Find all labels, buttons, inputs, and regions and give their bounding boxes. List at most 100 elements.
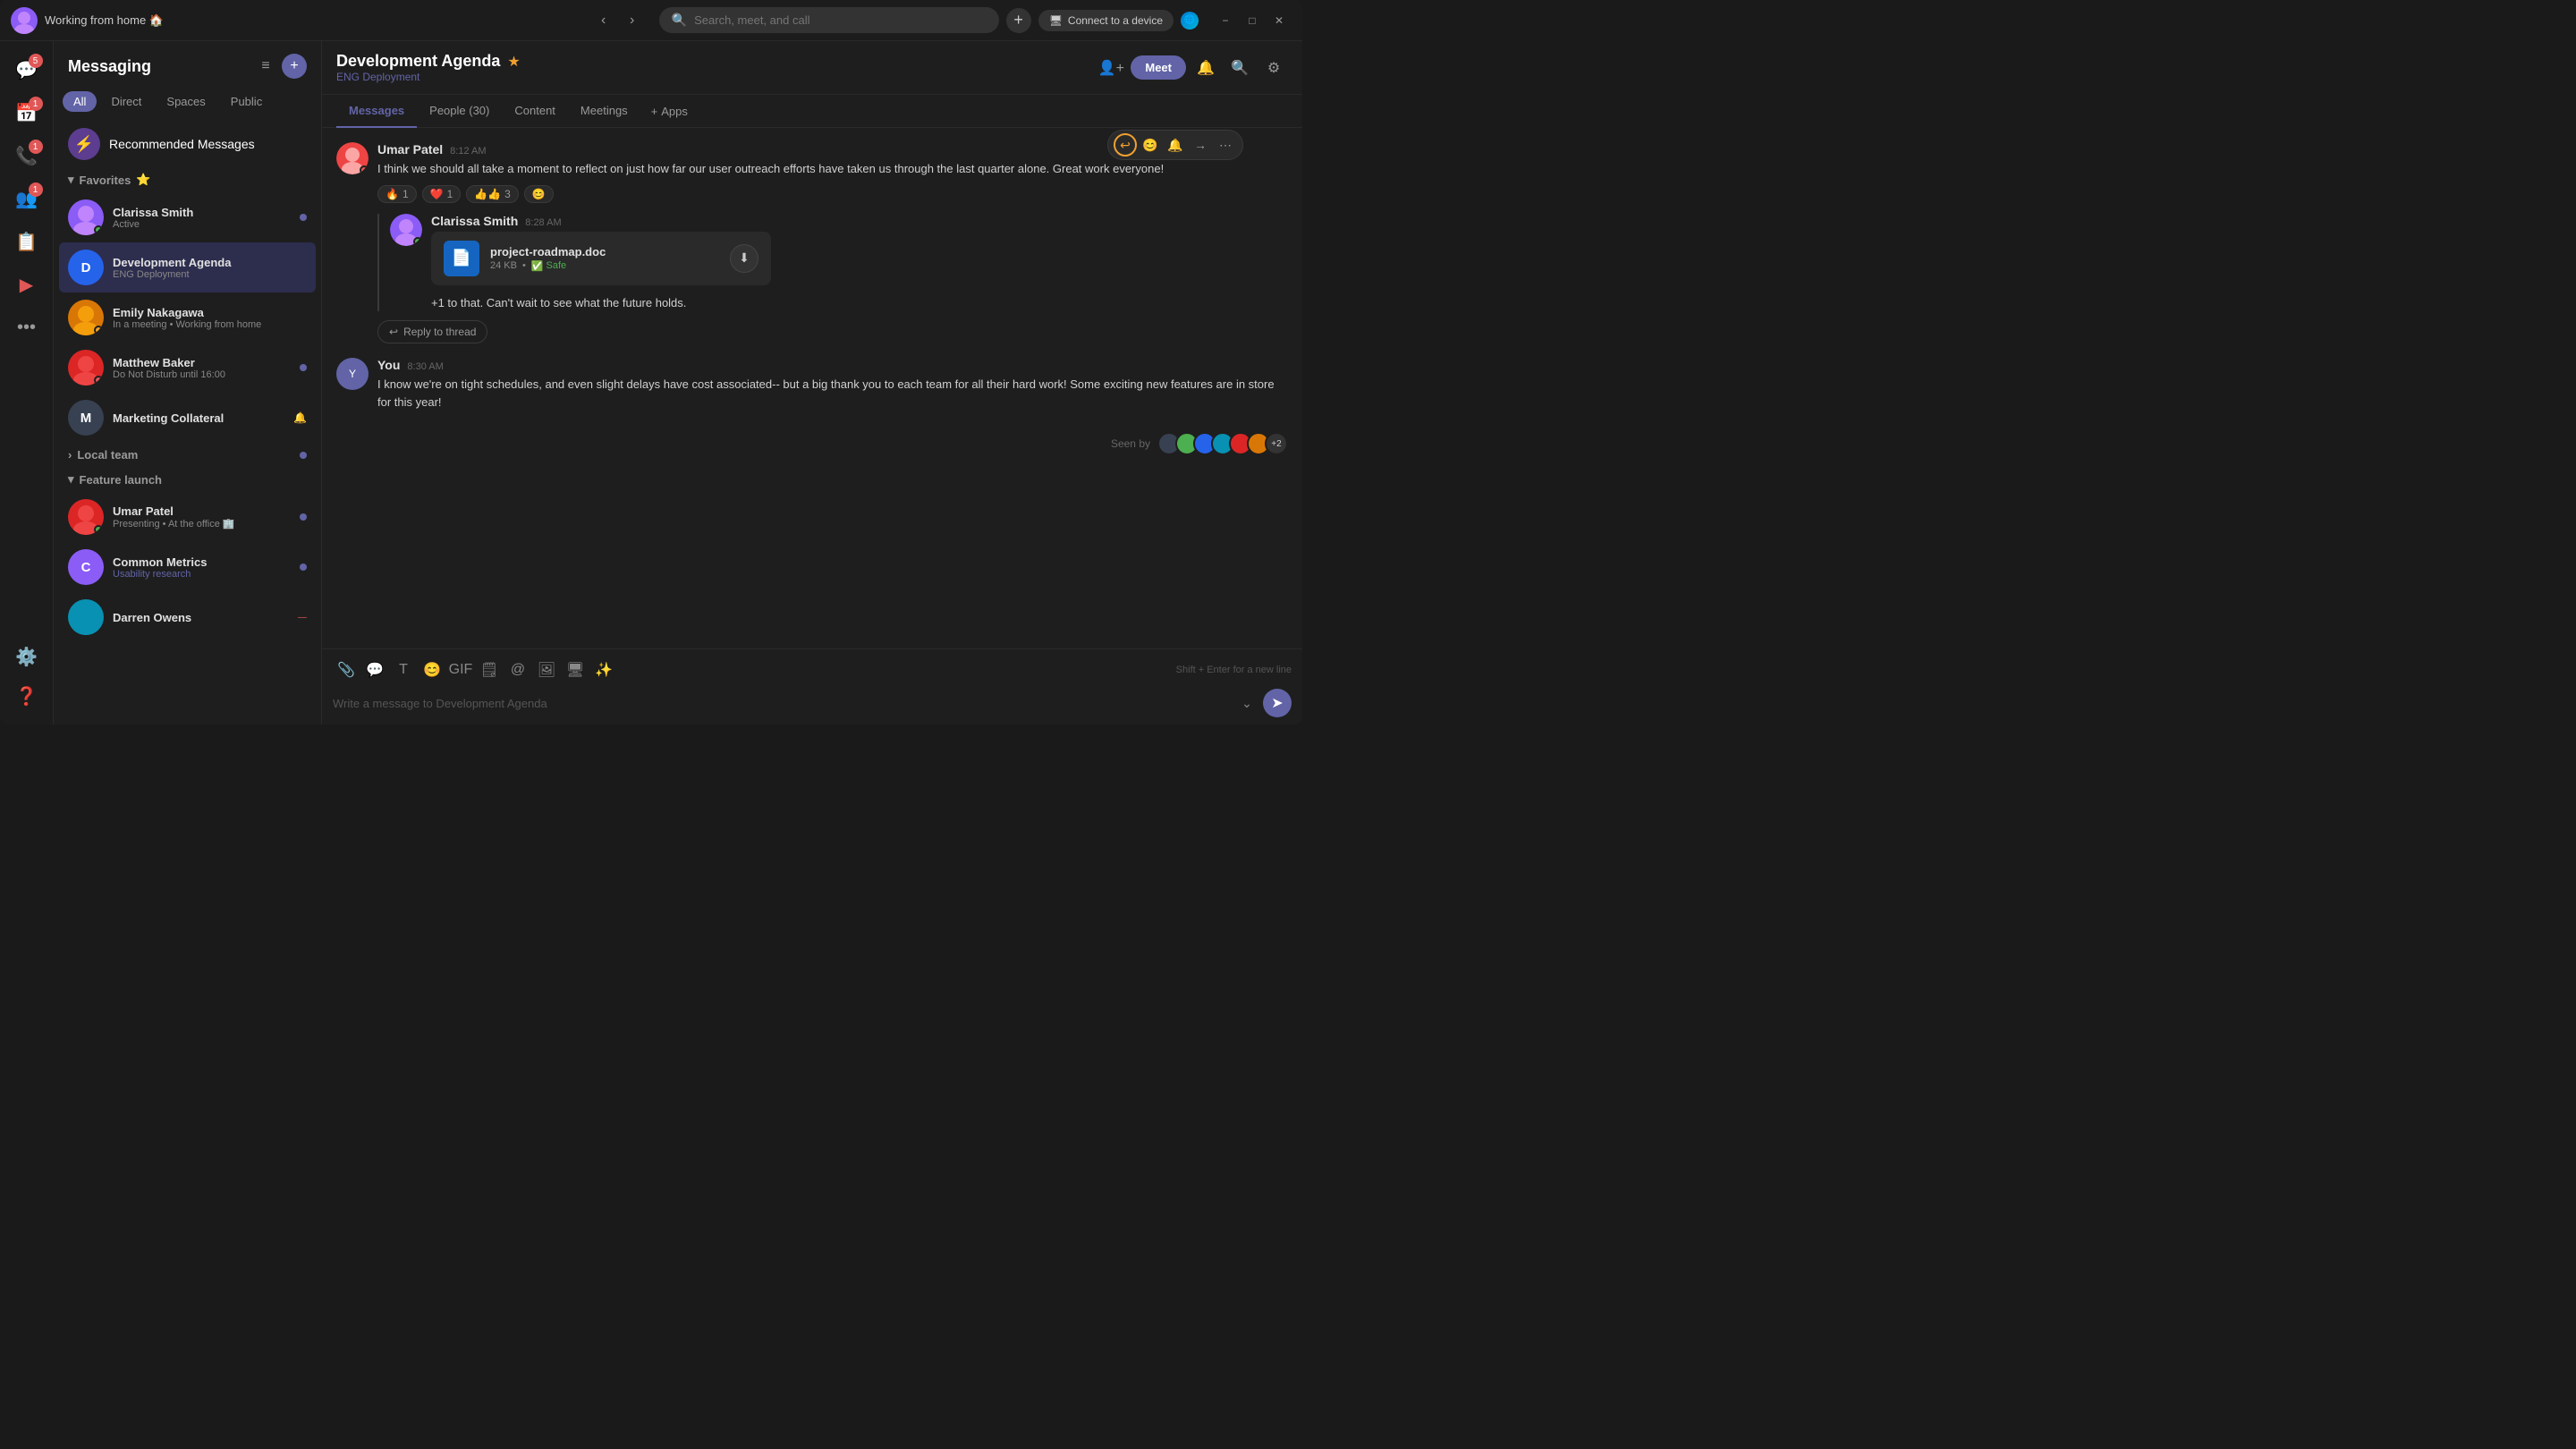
compose-send-button[interactable]: ➤	[1263, 689, 1292, 717]
compose-sticker-button[interactable]: 🗒	[476, 657, 503, 683]
emoji-reaction-button[interactable]: 😊	[1139, 133, 1162, 157]
favorites-section-header[interactable]: ▾ Favorites ⭐	[59, 167, 316, 192]
clarissa-thread-author: Clarissa Smith	[431, 214, 518, 228]
tab-content[interactable]: Content	[502, 95, 568, 128]
seen-more-count: +2	[1265, 432, 1288, 455]
conversation-item-marketing[interactable]: M Marketing Collateral 🔔	[59, 393, 316, 443]
filter-tab-direct[interactable]: Direct	[100, 91, 152, 112]
clarissa-thread-status	[413, 237, 422, 246]
settings-button[interactable]: ⚙	[1259, 54, 1288, 82]
common-unread-dot	[300, 564, 307, 571]
separator: •	[522, 260, 526, 271]
main-content: 💬 5 📅 1 📞 1 👥 1 📋 ▶ •••	[0, 41, 1302, 724]
notification-bell-button[interactable]: 🔔	[1191, 54, 1220, 82]
compose-ai-button[interactable]: ✨	[590, 657, 617, 683]
feature-launch-section-header[interactable]: ▾ Feature launch	[59, 467, 316, 492]
compose-mention-button[interactable]: @	[504, 657, 531, 683]
filter-tab-public[interactable]: Public	[220, 91, 273, 112]
window-title: Working from home 🏠	[45, 13, 584, 28]
search-chat-button[interactable]: 🔍	[1225, 54, 1254, 82]
sidebar-item-help[interactable]: ❓	[7, 676, 47, 716]
reaction-heart[interactable]: ❤️1	[422, 185, 462, 203]
sidebar-item-calls[interactable]: 📞 1	[7, 136, 47, 175]
sidebar-item-settings[interactable]: ⚙️	[7, 637, 47, 676]
screen-icon: 🖥	[1049, 14, 1063, 27]
tab-meetings[interactable]: Meetings	[568, 95, 640, 128]
compose-input-row: ⌄ ➤	[333, 689, 1292, 717]
conversation-item-matthew[interactable]: Matthew Baker Do Not Disturb until 16:00	[59, 343, 316, 393]
reaction-fire[interactable]: 🔥1	[377, 185, 417, 203]
file-size: 24 KB	[490, 260, 517, 271]
compose-image-button[interactable]: 🖼	[533, 657, 560, 683]
reaction-thumbsup[interactable]: 👍👍3	[466, 185, 519, 203]
dev-agenda-name: Development Agenda	[113, 256, 307, 269]
clarissa-avatar	[68, 199, 104, 235]
settings-icon: ⚙️	[15, 646, 38, 668]
connect-device-button[interactable]: 🖥 Connect to a device	[1038, 10, 1174, 31]
conversation-item-dev-agenda[interactable]: D Development Agenda ENG Deployment	[59, 242, 316, 292]
conversation-item-clarissa[interactable]: Clarissa Smith Active	[59, 192, 316, 242]
compose-attach-button[interactable]: 📎	[333, 657, 360, 683]
common-sub: Usability research	[113, 569, 291, 580]
sidebar-item-contacts[interactable]: 📋	[7, 222, 47, 261]
conversation-item-emily[interactable]: Emily Nakagawa In a meeting • Working fr…	[59, 292, 316, 343]
sidebar-item-people[interactable]: 👥 1	[7, 179, 47, 218]
nav-back[interactable]: ‹	[591, 8, 616, 33]
minimize-button[interactable]: −	[1213, 8, 1238, 33]
matthew-info: Matthew Baker Do Not Disturb until 16:00	[113, 356, 291, 380]
matthew-name: Matthew Baker	[113, 356, 291, 369]
tab-messages[interactable]: Messages	[336, 95, 417, 128]
conversation-item-darren[interactable]: Darren Owens —	[59, 592, 316, 642]
filter-tab-all[interactable]: All	[63, 91, 97, 112]
window-controls: − □ ✕	[1213, 8, 1292, 33]
new-chat-button[interactable]: +	[1006, 8, 1031, 33]
sidebar-item-play[interactable]: ▶	[7, 265, 47, 304]
file-download-button[interactable]: ⬇	[730, 244, 758, 273]
add-people-button[interactable]: 👤+	[1097, 54, 1125, 82]
close-button[interactable]: ✕	[1267, 8, 1292, 33]
chat-subtitle[interactable]: ENG Deployment	[336, 71, 1088, 83]
recommended-messages-item[interactable]: ⚡ Recommended Messages	[59, 121, 316, 167]
conversation-item-common[interactable]: C Common Metrics Usability research	[59, 542, 316, 592]
sidebar-item-calendar[interactable]: 📅 1	[7, 93, 47, 132]
new-message-button[interactable]: +	[282, 54, 307, 79]
more-actions-button[interactable]: ⋯	[1214, 133, 1237, 157]
clarissa-unread-dot	[300, 214, 307, 221]
file-icon: 📄	[444, 241, 479, 276]
compose-input[interactable]	[333, 693, 1227, 714]
search-input[interactable]	[694, 13, 987, 27]
reply-thread-action-button[interactable]: ↩	[1114, 133, 1137, 157]
reply-to-thread-button[interactable]: ↩ Reply to thread	[377, 320, 487, 343]
sidebar-item-more[interactable]: •••	[7, 308, 47, 347]
panel-menu-button[interactable]: ≡	[253, 54, 278, 79]
compose-emoji-button[interactable]: 😊	[419, 657, 445, 683]
compose-screen-button[interactable]: 🖥	[562, 657, 589, 683]
local-team-unread-dot	[300, 452, 307, 459]
reaction-smile[interactable]: 😊	[524, 185, 554, 203]
maximize-button[interactable]: □	[1240, 8, 1265, 33]
umar-info: Umar Patel Presenting • At the office 🏢	[113, 504, 291, 530]
clarissa-info: Clarissa Smith Active	[113, 206, 291, 230]
user-avatar	[11, 7, 38, 34]
remind-button[interactable]: 🔔	[1164, 133, 1187, 157]
tab-people[interactable]: People (30)	[417, 95, 502, 128]
nav-arrows: ‹ ›	[591, 8, 645, 33]
filter-tab-spaces[interactable]: Spaces	[156, 91, 216, 112]
you-message-author: You	[377, 358, 400, 372]
safe-icon: ✅	[531, 260, 544, 272]
compose-chat-button[interactable]: 💬	[361, 657, 388, 683]
safe-badge: ✅ Safe	[531, 260, 566, 272]
sidebar-item-messaging[interactable]: 💬 5	[7, 50, 47, 89]
you-avatar: Y	[336, 358, 369, 390]
add-apps-button[interactable]: + Apps	[640, 96, 699, 127]
meet-button[interactable]: Meet	[1131, 55, 1186, 80]
compose-gif-button[interactable]: GIF	[447, 657, 474, 683]
compose-expand-button[interactable]: ⌄	[1234, 691, 1259, 716]
search-bar[interactable]: 🔍	[659, 7, 999, 33]
local-team-section-header[interactable]: › Local team	[59, 443, 316, 467]
nav-forward[interactable]: ›	[620, 8, 645, 33]
conversation-item-umar[interactable]: Umar Patel Presenting • At the office 🏢	[59, 492, 316, 542]
compose-format-button[interactable]: T	[390, 657, 417, 683]
message-action-toolbar: ↩ 😊 🔔 → ⋯ Reply to thread	[1107, 130, 1243, 160]
forward-button[interactable]: →	[1189, 133, 1212, 157]
